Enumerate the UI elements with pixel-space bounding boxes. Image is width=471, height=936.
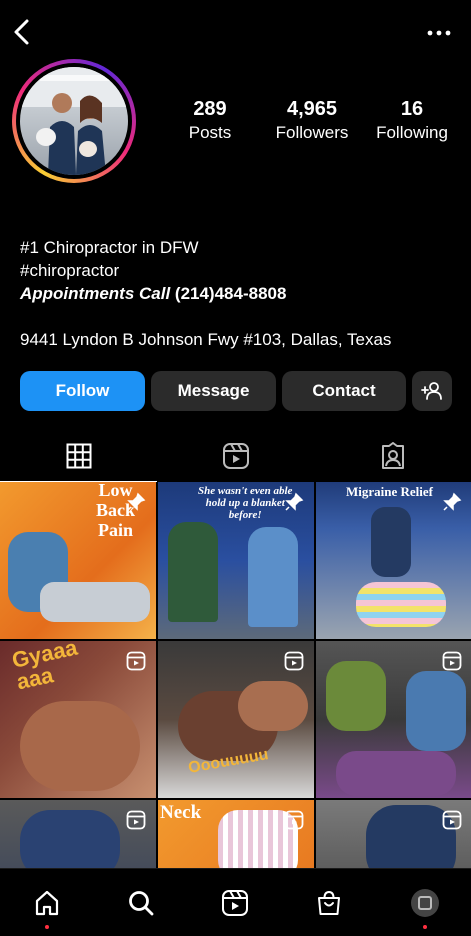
profile-icon xyxy=(411,889,439,917)
nav-home[interactable] xyxy=(27,883,67,923)
profile-tabs xyxy=(0,430,471,482)
posts-count: 289 xyxy=(193,98,227,120)
phone-number[interactable]: (214)484-8808 xyxy=(175,284,287,303)
reel-icon xyxy=(284,810,304,835)
notification-dot xyxy=(45,925,49,929)
post-tile-4[interactable]: Gyaaa aaa xyxy=(0,641,156,798)
bottom-navigation xyxy=(0,868,471,936)
home-icon xyxy=(35,890,59,916)
grid-icon xyxy=(66,443,91,469)
post-caption: Neck xyxy=(160,802,202,823)
followers-stat[interactable]: 4,965 Followers xyxy=(260,96,364,144)
post-caption: Gyaaa aaa xyxy=(9,641,80,695)
tab-tagged[interactable] xyxy=(314,430,471,482)
bio-line-1: #1 Chiropractor in DFW xyxy=(20,238,199,257)
post-tile-1[interactable]: Low Back Pain xyxy=(0,482,156,639)
avatar-photo xyxy=(20,67,128,175)
post-figure xyxy=(248,527,298,627)
nav-shop[interactable] xyxy=(309,883,349,923)
bio-hashtag[interactable]: #chiropractor xyxy=(20,259,460,282)
chevron-left-icon xyxy=(14,19,29,45)
more-horizontal-icon xyxy=(427,30,451,36)
posts-stat[interactable]: 289 Posts xyxy=(160,96,260,144)
post-figure xyxy=(326,661,386,731)
suggested-users-button[interactable] xyxy=(412,371,452,411)
post-tile-8[interactable]: Neck xyxy=(158,800,314,868)
post-tile-3[interactable]: Migraine Relief xyxy=(316,482,471,639)
post-figure xyxy=(406,671,466,751)
post-figure xyxy=(356,582,446,627)
reel-icon xyxy=(126,651,146,676)
profile-stats: 289 Posts 4,965 Followers 16 Following xyxy=(160,96,460,144)
pin-icon xyxy=(442,492,462,517)
following-label: Following xyxy=(376,123,448,142)
reel-icon xyxy=(442,651,462,676)
nav-search[interactable] xyxy=(121,883,161,923)
pin-icon xyxy=(126,492,146,517)
posts-grid: Low Back Pain She wasn't even able hold … xyxy=(0,482,471,868)
top-bar xyxy=(0,0,471,66)
shop-icon xyxy=(318,890,340,915)
reel-icon xyxy=(442,810,462,835)
post-figure xyxy=(168,522,218,622)
pin-icon xyxy=(284,492,304,517)
following-stat[interactable]: 16 Following xyxy=(364,96,460,144)
follow-button[interactable]: Follow xyxy=(20,371,145,411)
followers-label: Followers xyxy=(275,123,349,142)
add-user-icon xyxy=(421,382,442,400)
post-tile-5[interactable]: Ooouuuuu xyxy=(158,641,314,798)
posts-label: Posts xyxy=(188,123,232,142)
nav-profile[interactable] xyxy=(405,883,445,923)
post-figure xyxy=(20,701,140,791)
profile-bio: #1 Chiropractor in DFW #chiropractor App… xyxy=(20,236,460,305)
appointments-label: Appointments Call xyxy=(20,284,171,303)
post-figure xyxy=(238,681,308,731)
reel-icon xyxy=(126,810,146,835)
post-figure xyxy=(336,751,456,796)
post-caption: She wasn't even able hold up a blanket b… xyxy=(198,485,293,521)
post-tile-7[interactable] xyxy=(0,800,156,868)
profile-actions: Follow Message Contact xyxy=(20,371,452,411)
post-figure xyxy=(40,582,150,622)
contact-button[interactable]: Contact xyxy=(282,371,406,411)
tagged-icon xyxy=(381,442,404,469)
nav-reels[interactable] xyxy=(215,883,255,923)
profile-avatar xyxy=(20,67,128,175)
post-figure xyxy=(20,810,120,868)
reels-icon xyxy=(222,443,249,469)
post-tile-6[interactable] xyxy=(316,641,471,798)
bio-address[interactable]: 9441 Lyndon B Johnson Fwy #103, Dallas, … xyxy=(20,328,391,351)
story-ring[interactable] xyxy=(12,59,136,183)
post-figure xyxy=(371,507,411,577)
message-button[interactable]: Message xyxy=(151,371,276,411)
tab-reels[interactable] xyxy=(157,430,314,482)
more-options-button[interactable] xyxy=(421,18,457,48)
search-icon xyxy=(129,891,154,916)
following-count: 16 xyxy=(400,98,424,120)
notification-dot xyxy=(423,925,427,929)
reel-icon xyxy=(284,651,304,676)
bio-appointments: Appointments Call (214)484-8808 xyxy=(20,282,460,305)
post-tile-9[interactable] xyxy=(316,800,471,868)
followers-count: 4,965 xyxy=(286,98,338,120)
reels-icon xyxy=(222,890,248,916)
back-button[interactable] xyxy=(6,14,36,50)
post-tile-2[interactable]: She wasn't even able hold up a blanket b… xyxy=(158,482,314,639)
post-caption: Migraine Relief xyxy=(346,484,433,499)
tab-posts-grid[interactable] xyxy=(0,430,157,482)
